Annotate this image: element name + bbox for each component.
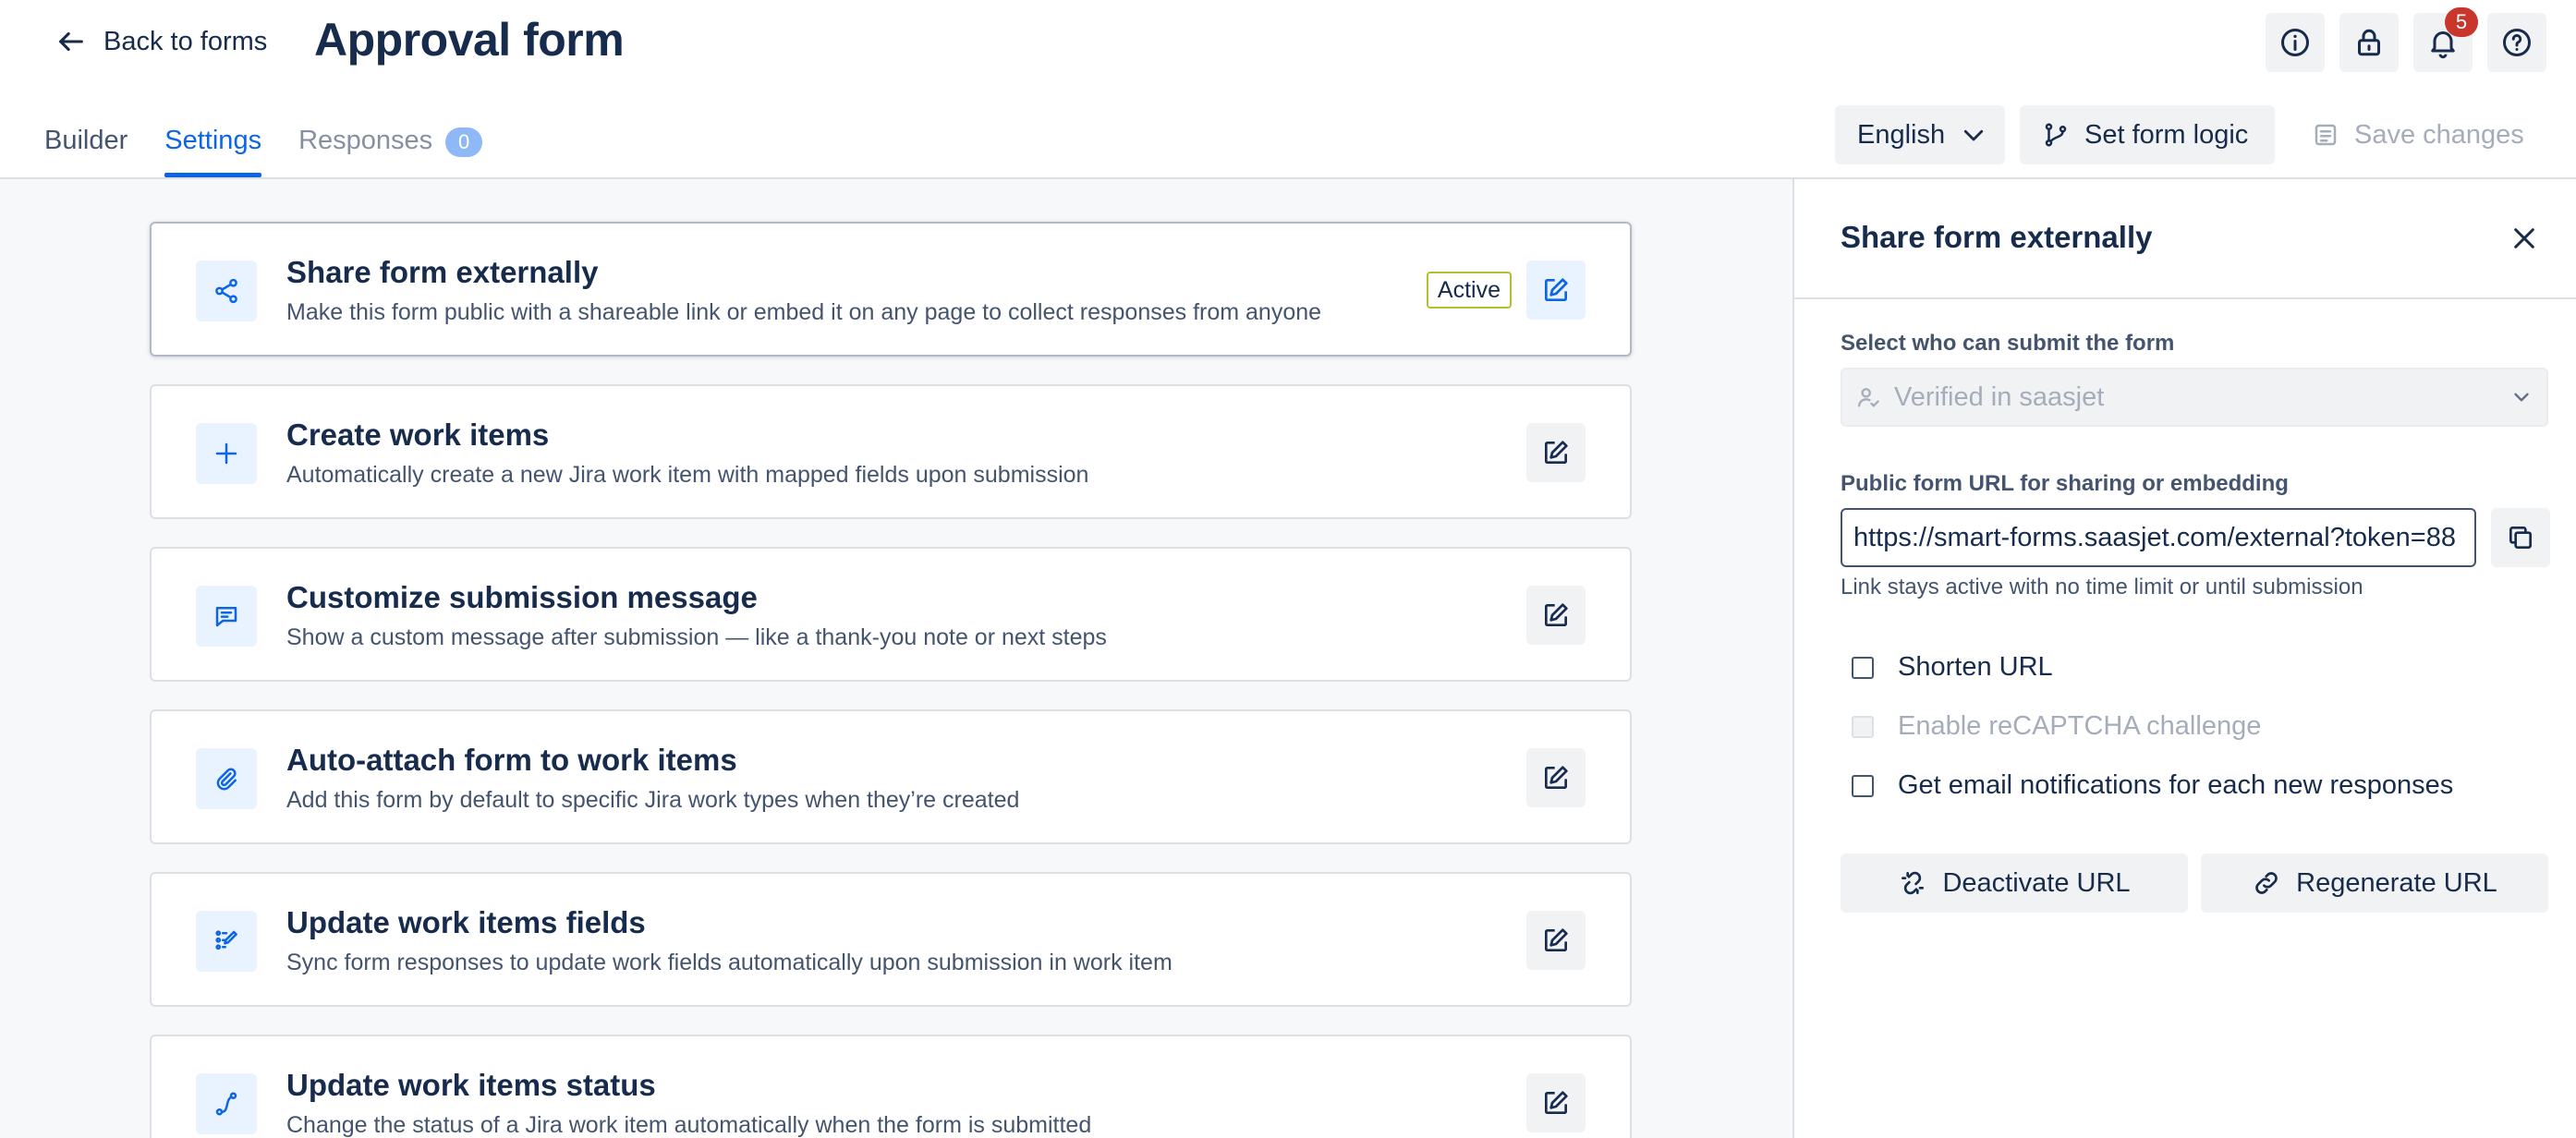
edit-icon bbox=[1541, 763, 1571, 793]
email-notifications-label: Get email notifications for each new res… bbox=[1898, 770, 2454, 800]
card-title: Create work items bbox=[286, 418, 550, 452]
link-break-icon bbox=[1898, 868, 1927, 898]
edit-submission-message-button[interactable] bbox=[1526, 586, 1586, 645]
card-update-work-items-status[interactable]: Update work items status Change the stat… bbox=[150, 1035, 1632, 1138]
page-header: Back to forms Approval form 5 Builder Se… bbox=[0, 0, 2576, 179]
shorten-url-option[interactable]: Shorten URL bbox=[1852, 652, 2053, 683]
edit-create-work-items-button[interactable] bbox=[1526, 423, 1586, 482]
edit-icon bbox=[1541, 438, 1571, 467]
tab-responses[interactable]: Responses 0 bbox=[298, 126, 483, 177]
language-select[interactable]: English bbox=[1835, 105, 2005, 164]
deactivate-url-button[interactable]: Deactivate URL bbox=[1841, 854, 2188, 913]
card-description: Show a custom message after submission —… bbox=[286, 624, 1107, 650]
lock-icon bbox=[2352, 26, 2386, 59]
chevron-down-icon bbox=[2509, 385, 2533, 409]
deactivate-url-label: Deactivate URL bbox=[1942, 867, 2131, 898]
branch-icon bbox=[2042, 121, 2070, 149]
responses-count-badge: 0 bbox=[445, 127, 483, 157]
who-can-submit-select[interactable]: Verified in saasjet bbox=[1841, 368, 2548, 427]
regenerate-url-label: Regenerate URL bbox=[2296, 867, 2497, 898]
card-auto-attach-form[interactable]: Auto-attach form to work items Add this … bbox=[150, 709, 1632, 844]
email-notifications-checkbox[interactable] bbox=[1852, 774, 1874, 797]
card-title: Update work items status bbox=[286, 1068, 656, 1102]
back-to-forms-link[interactable]: Back to forms bbox=[55, 20, 267, 63]
save-changes-button[interactable]: Save changes bbox=[2290, 105, 2554, 164]
recaptcha-label: Enable reCAPTCHA challenge bbox=[1898, 711, 2262, 741]
page-title: Approval form bbox=[314, 14, 625, 66]
edit-share-form-button[interactable] bbox=[1526, 260, 1586, 320]
panel-title: Share form externally bbox=[1841, 220, 2153, 254]
edit-update-status-button[interactable] bbox=[1526, 1073, 1586, 1132]
card-customize-submission-message[interactable]: Customize submission message Show a cust… bbox=[150, 547, 1632, 682]
help-button[interactable] bbox=[2487, 13, 2546, 72]
form-tabs: Builder Settings Responses 0 bbox=[44, 126, 519, 177]
set-form-logic-label: Set form logic bbox=[2084, 119, 2249, 150]
route-icon bbox=[196, 1073, 257, 1134]
save-changes-label: Save changes bbox=[2354, 119, 2524, 150]
chevron-down-icon bbox=[1960, 121, 1987, 149]
close-icon bbox=[2509, 224, 2539, 253]
tab-settings[interactable]: Settings bbox=[164, 126, 261, 177]
link-icon bbox=[2252, 868, 2281, 898]
card-title: Update work items fields bbox=[286, 905, 646, 939]
card-title: Customize submission message bbox=[286, 580, 758, 614]
email-notifications-option[interactable]: Get email notifications for each new res… bbox=[1852, 770, 2453, 801]
language-value: English bbox=[1857, 119, 1946, 150]
panel-header: Share form externally bbox=[1794, 179, 2576, 299]
tab-builder-label: Builder bbox=[44, 126, 128, 155]
edit-icon bbox=[1541, 1088, 1571, 1118]
shorten-url-checkbox[interactable] bbox=[1852, 656, 1874, 679]
card-description: Sync form responses to update work field… bbox=[286, 950, 1173, 975]
card-title: Share form externally bbox=[286, 255, 599, 289]
card-description: Automatically create a new Jira work ite… bbox=[286, 462, 1089, 488]
card-create-work-items[interactable]: Create work items Automatically create a… bbox=[150, 384, 1632, 519]
edit-icon bbox=[1541, 926, 1571, 955]
edit-icon bbox=[1541, 600, 1571, 630]
who-can-submit-label: Select who can submit the form bbox=[1841, 331, 2175, 356]
card-share-form-externally[interactable]: Share form externally Make this form pub… bbox=[150, 222, 1632, 357]
recaptcha-checkbox bbox=[1852, 715, 1874, 738]
copy-icon bbox=[2506, 523, 2535, 552]
card-description: Change the status of a Jira work item au… bbox=[286, 1112, 1092, 1138]
copy-url-button[interactable] bbox=[2491, 508, 2550, 567]
set-form-logic-button[interactable]: Set form logic bbox=[2020, 105, 2275, 164]
tab-responses-label: Responses bbox=[298, 126, 433, 155]
public-url-input[interactable]: https://smart-forms.saasjet.com/external… bbox=[1841, 508, 2476, 567]
close-panel-button[interactable] bbox=[2504, 218, 2545, 259]
edit-update-fields-button[interactable] bbox=[1526, 911, 1586, 970]
info-button[interactable] bbox=[2266, 13, 2325, 72]
who-can-submit-value: Verified in saasjet bbox=[1894, 381, 2105, 412]
card-update-work-items-fields[interactable]: Update work items fields Sync form respo… bbox=[150, 872, 1632, 1007]
url-helper-text: Link stays active with no time limit or … bbox=[1841, 575, 2363, 599]
shorten-url-label: Shorten URL bbox=[1898, 652, 2053, 682]
card-description: Make this form public with a shareable l… bbox=[286, 299, 1322, 325]
status-badge: Active bbox=[1426, 272, 1512, 309]
lock-button[interactable] bbox=[2339, 13, 2399, 72]
settings-list: Share form externally Make this form pub… bbox=[0, 179, 1792, 1138]
paperclip-icon bbox=[196, 748, 257, 809]
message-icon bbox=[196, 586, 257, 647]
recaptcha-option: Enable reCAPTCHA challenge bbox=[1852, 711, 2261, 742]
edit-icon bbox=[1541, 275, 1571, 305]
list-edit-icon bbox=[196, 911, 257, 972]
arrow-left-icon bbox=[55, 26, 87, 57]
card-description: Add this form by default to specific Jir… bbox=[286, 787, 1020, 813]
card-title: Auto-attach form to work items bbox=[286, 743, 737, 777]
plus-icon bbox=[196, 423, 257, 484]
tab-builder[interactable]: Builder bbox=[44, 126, 128, 177]
info-icon bbox=[2278, 26, 2312, 59]
tab-settings-label: Settings bbox=[164, 126, 262, 155]
document-icon bbox=[2312, 121, 2339, 149]
notification-count-badge: 5 bbox=[2445, 7, 2478, 37]
back-to-forms-label: Back to forms bbox=[103, 26, 268, 56]
regenerate-url-button[interactable]: Regenerate URL bbox=[2201, 854, 2548, 913]
share-icon bbox=[196, 260, 257, 321]
share-form-panel: Share form externally Select who can sub… bbox=[1792, 179, 2576, 1138]
user-check-icon bbox=[1855, 384, 1881, 410]
public-url-label: Public form URL for sharing or embedding bbox=[1841, 471, 2289, 496]
edit-auto-attach-button[interactable] bbox=[1526, 748, 1586, 807]
help-icon bbox=[2500, 26, 2533, 59]
notifications-button[interactable]: 5 bbox=[2413, 7, 2478, 72]
